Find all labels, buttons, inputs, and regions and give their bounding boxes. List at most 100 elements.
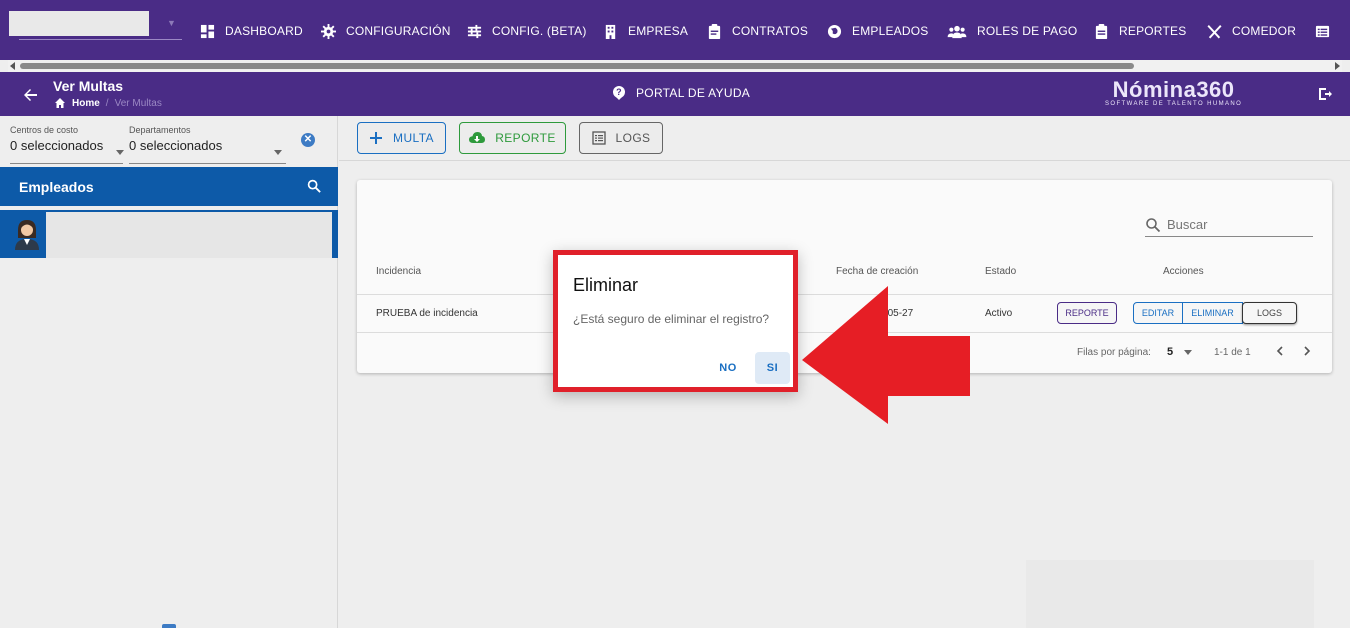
back-arrow-icon[interactable] [22, 86, 40, 104]
breadcrumb-separator: / [105, 97, 109, 109]
nav-reportes[interactable]: REPORTES [1094, 18, 1186, 44]
logout-icon[interactable] [1317, 86, 1333, 102]
report-icon [1095, 23, 1108, 39]
breadcrumb: Home / Ver Multas [54, 97, 162, 109]
action-toolbar: MULTA REPORTE LOGS [339, 116, 1350, 161]
dialog-no-button[interactable]: NO [710, 352, 746, 384]
background-panel [1026, 560, 1314, 628]
nav-roles-de-pago[interactable]: ROLES DE PAGO [947, 18, 1077, 44]
departments-value: 0 seleccionados [129, 138, 223, 153]
building-icon [605, 24, 616, 39]
prev-page-icon[interactable] [1274, 345, 1286, 357]
avatar [15, 220, 39, 250]
col-header-fecha[interactable]: Fecha de creación [836, 266, 918, 277]
breadcrumb-home[interactable]: Home [72, 98, 100, 109]
nav-empleados[interactable]: EMPLEADOS [827, 18, 929, 44]
nav-comedor[interactable]: COMEDOR [1207, 18, 1296, 44]
departments-filter[interactable]: Departamentos 0 seleccionados [129, 125, 222, 153]
scrollbar-thumb[interactable] [20, 63, 1134, 69]
employee-name-redacted [46, 212, 332, 258]
nav-contratos-label: CONTRATOS [732, 24, 809, 38]
employees-title: Empleados [19, 179, 94, 195]
dialog-title: Eliminar [573, 275, 639, 295]
nav-contratos[interactable]: CONTRATOS [707, 18, 808, 44]
pointer-arrow-icon [802, 286, 970, 424]
col-header-incidencia[interactable]: Incidencia [376, 266, 421, 277]
row-reporte-button[interactable]: REPORTE [1057, 302, 1117, 324]
nav-reportes-label: REPORTES [1119, 24, 1187, 38]
chevron-down-icon[interactable]: ▼ [167, 18, 176, 28]
reporte-label: REPORTE [495, 131, 556, 145]
dialog-si-button[interactable]: SI [755, 352, 790, 384]
cost-centers-label: Centros de costo [10, 125, 79, 135]
nav-dashboard[interactable]: DASHBOARD [200, 18, 303, 44]
cost-centers-filter[interactable]: Centros de costo 0 seleccionados [10, 125, 103, 153]
list-icon [1315, 25, 1330, 37]
add-multa-label: MULTA [393, 131, 434, 145]
scroll-right-arrow-icon[interactable] [1335, 62, 1340, 70]
delete-confirm-dialog: Eliminar ¿Está seguro de eliminar el reg… [553, 250, 798, 392]
nav-config-beta-label: CONFIG. (BETA) [492, 24, 587, 38]
scroll-left-arrow-icon[interactable] [10, 62, 15, 70]
clear-filters-button[interactable]: ✕ [301, 133, 315, 147]
page-title: Ver Multas [53, 78, 124, 94]
breadcrumb-current: Ver Multas [114, 97, 162, 109]
row-eliminar-button[interactable]: ELIMINAR [1182, 302, 1243, 324]
search-icon [1146, 217, 1161, 232]
cell-estado: Activo [985, 308, 1013, 319]
gear-icon [321, 23, 336, 39]
nav-config-beta[interactable]: CONFIG. (BETA) [467, 18, 587, 44]
search-input[interactable] [1167, 217, 1307, 232]
chevron-down-icon[interactable] [116, 150, 124, 155]
logo-brand: Nómina360 [1112, 77, 1235, 102]
nav-configuracion[interactable]: CONFIGURACIÓN [321, 18, 451, 44]
nav-dashboard-label: DASHBOARD [225, 24, 303, 38]
sidebar-indicator [162, 624, 176, 628]
help-portal-label: PORTAL DE AYUDA [636, 86, 751, 100]
nav-horizontal-scrollbar[interactable] [8, 60, 1342, 72]
reporte-button[interactable]: REPORTE [459, 122, 566, 154]
globe-icon [827, 24, 842, 38]
dashboard-icon [200, 24, 215, 38]
col-header-acciones: Acciones [1163, 266, 1204, 277]
next-page-icon[interactable] [1301, 345, 1313, 357]
nav-comedor-label: COMEDOR [1232, 24, 1297, 38]
departments-label: Departamentos [129, 125, 191, 135]
cost-centers-underline [10, 163, 123, 164]
home-icon [55, 98, 65, 108]
cost-centers-value: 0 seleccionados [10, 138, 104, 153]
employees-header: Empleados [0, 167, 338, 206]
logs-label: LOGS [615, 131, 651, 145]
chevron-down-icon[interactable] [274, 150, 282, 155]
logs-button[interactable]: LOGS [579, 122, 663, 154]
sliders-icon [467, 24, 482, 38]
chevron-down-icon [1183, 349, 1192, 355]
departments-underline [129, 163, 286, 164]
company-selector[interactable] [9, 11, 149, 36]
employee-sidebar: Centros de costo 0 seleccionados Departa… [0, 116, 338, 628]
cloud-download-icon [469, 132, 486, 143]
nav-empresa[interactable]: EMPRESA [603, 18, 688, 44]
help-portal-link[interactable]: ? PORTAL DE AYUDA [612, 86, 750, 100]
help-icon: ? [613, 86, 625, 100]
rows-per-page-value: 5 [1167, 346, 1174, 358]
nav-more[interactable] [1315, 18, 1330, 44]
row-logs-button[interactable]: LOGS [1242, 302, 1297, 324]
rows-per-page-label: Filas por página: [1077, 347, 1151, 358]
rows-per-page-select[interactable]: 5 [1167, 346, 1192, 358]
search-icon[interactable] [307, 179, 322, 194]
page-header: Ver Multas Home / Ver Multas ? PORTAL DE… [0, 72, 1350, 116]
employee-list-item[interactable] [0, 210, 338, 258]
col-header-estado[interactable]: Estado [985, 266, 1016, 277]
cutlery-icon [1207, 24, 1222, 39]
nav-roles-de-pago-label: ROLES DE PAGO [977, 24, 1078, 38]
clipboard-icon [708, 23, 721, 39]
nav-empleados-label: EMPLEADOS [852, 24, 929, 38]
plus-icon [370, 132, 383, 144]
table-search[interactable] [1145, 213, 1313, 237]
add-multa-button[interactable]: MULTA [357, 122, 446, 154]
dialog-message: ¿Está seguro de eliminar el registro? [573, 312, 770, 326]
svg-text:?: ? [616, 87, 622, 97]
row-editar-button[interactable]: EDITAR [1133, 302, 1183, 324]
company-selector-underline [19, 39, 182, 40]
